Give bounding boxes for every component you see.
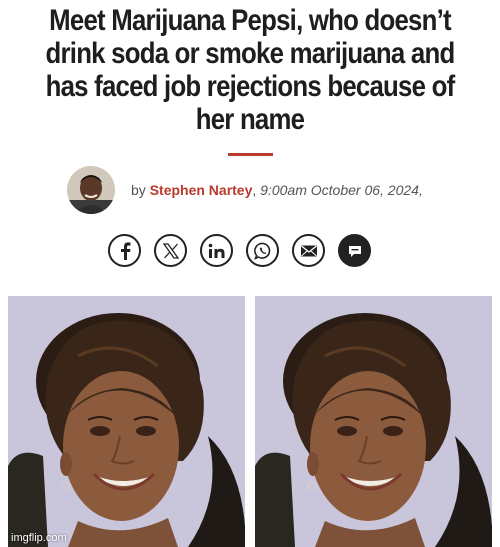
share-facebook-button[interactable] — [108, 234, 141, 267]
headline-line: her name — [195, 103, 305, 136]
email-icon — [300, 244, 317, 256]
portrait-photo-left — [8, 296, 245, 547]
comments-button[interactable] — [338, 234, 371, 267]
headline-divider — [228, 153, 273, 156]
byline-prefix: by — [131, 182, 146, 198]
share-buttons — [108, 234, 371, 267]
share-whatsapp-button[interactable] — [246, 234, 279, 267]
share-email-button[interactable] — [292, 234, 325, 267]
portrait-photo-right — [255, 296, 492, 547]
whatsapp-icon — [253, 242, 270, 260]
comment-icon — [348, 245, 361, 257]
headline-line: Meet Marijuana Pepsi, who doesn’t — [49, 4, 451, 37]
publish-timestamp: 9:00am October 06, 2024, — [260, 182, 423, 198]
facebook-icon — [120, 241, 130, 260]
imgflip-watermark: imgflip.com — [11, 532, 67, 544]
byline-text: by Stephen Nartey, 9:00am October 06, 20… — [131, 182, 423, 198]
avatar[interactable] — [67, 166, 115, 214]
headline-line: has faced job rejections because of — [45, 70, 456, 103]
share-x-button[interactable] — [154, 234, 187, 267]
photo-comparison: imgflip.com — [8, 296, 493, 547]
author-link[interactable]: Stephen Nartey — [150, 182, 253, 198]
linkedin-icon — [208, 243, 224, 258]
byline: by Stephen Nartey, 9:00am October 06, 20… — [67, 166, 423, 214]
article-headline: Meet Marijuana Pepsi, who doesn’t drink … — [35, 4, 465, 136]
share-linkedin-button[interactable] — [200, 234, 233, 267]
headline-line: drink soda or smoke marijuana and — [45, 37, 456, 70]
x-twitter-icon — [162, 242, 179, 259]
byline-separator: , — [252, 182, 257, 198]
